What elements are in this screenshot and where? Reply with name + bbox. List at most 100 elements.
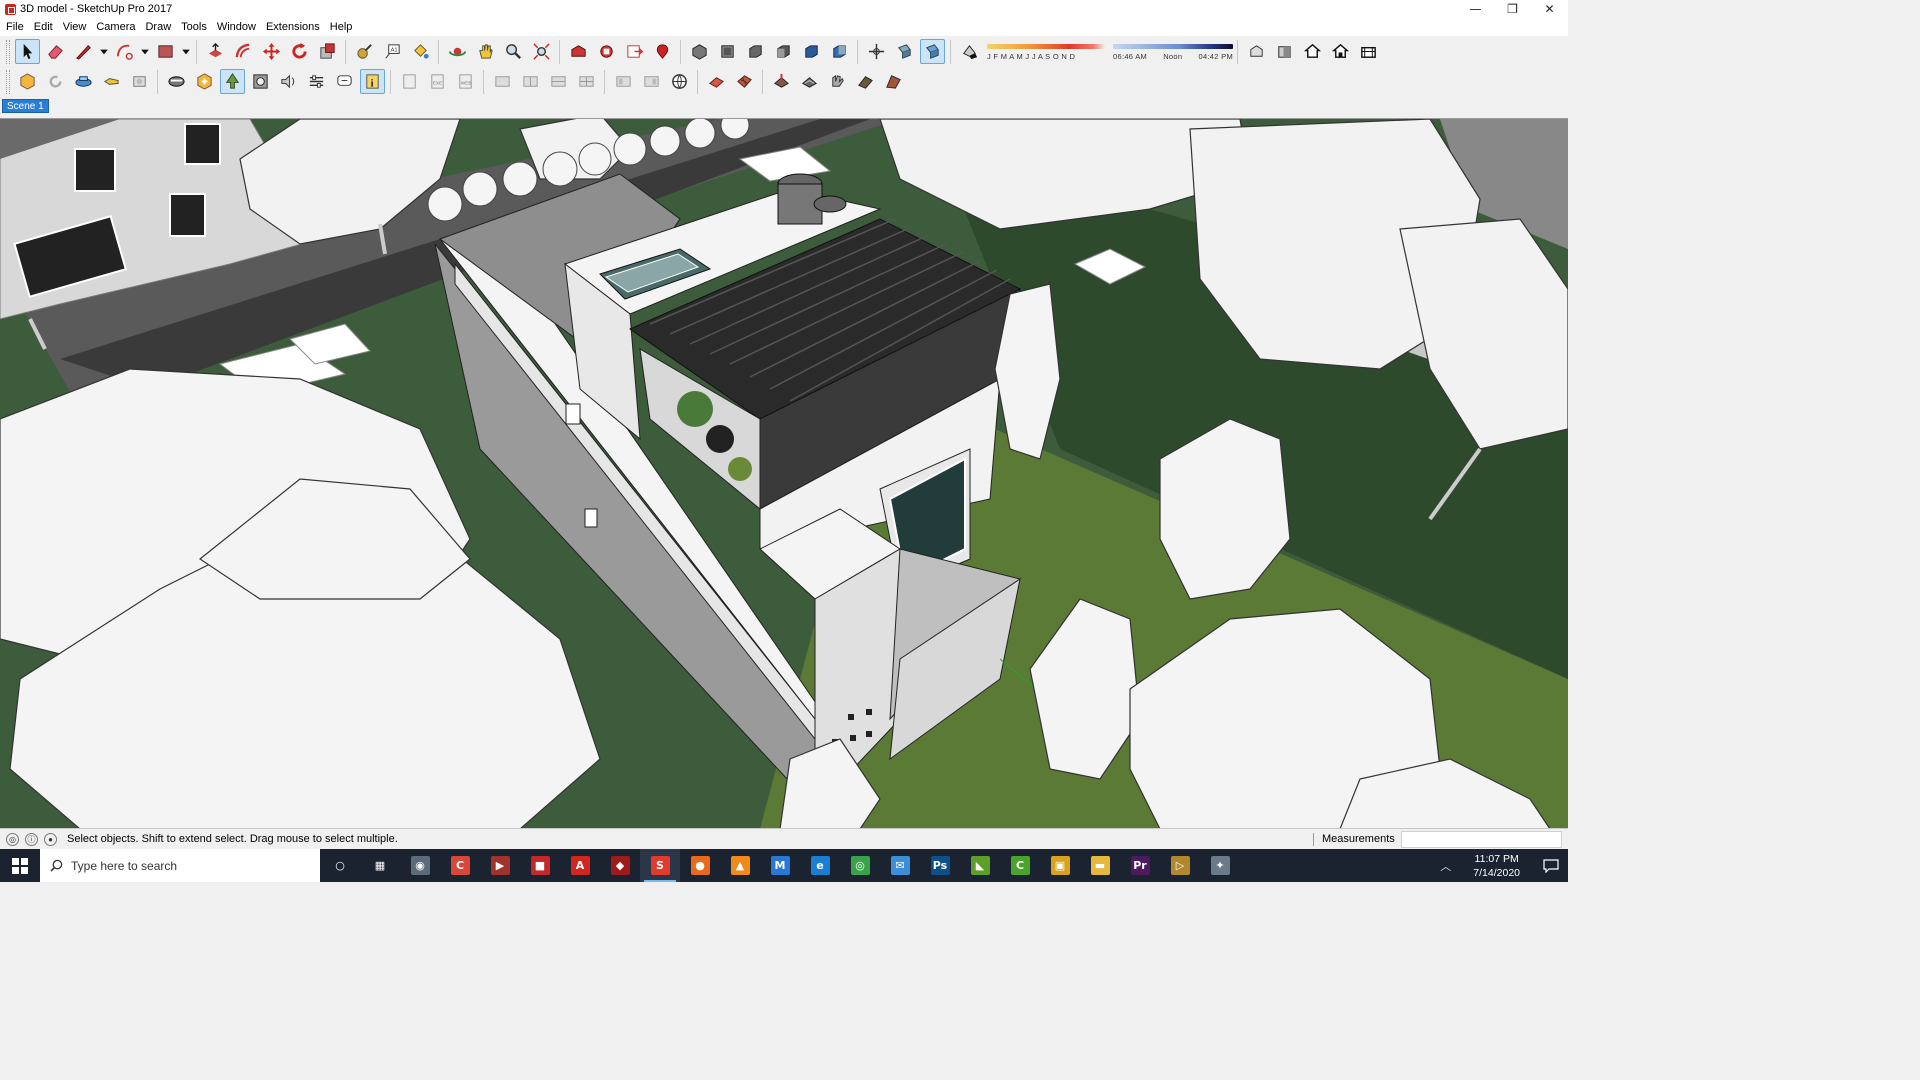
front-view-icon[interactable]: [743, 39, 768, 64]
panel-icon[interactable]: [639, 69, 664, 94]
right-view-icon[interactable]: [771, 39, 796, 64]
extension-warehouse-icon[interactable]: [594, 39, 619, 64]
zoom-extents-icon[interactable]: [529, 39, 554, 64]
smoove-icon[interactable]: [769, 69, 794, 94]
dropdown-arrow-icon[interactable]: [181, 39, 191, 64]
taskbar-app-button[interactable]: ▣: [1040, 849, 1080, 882]
rotate-icon[interactable]: [287, 39, 312, 64]
taskbar-app-button[interactable]: ▶: [480, 849, 520, 882]
minimize-button[interactable]: —: [1457, 0, 1494, 18]
taskbar-app-button[interactable]: M: [760, 849, 800, 882]
toolbar-grip[interactable]: [6, 69, 10, 94]
menu-draw[interactable]: Draw: [140, 18, 176, 36]
settings-sliders-icon[interactable]: [304, 69, 329, 94]
dropdown-arrow-icon[interactable]: [140, 39, 150, 64]
comment-icon[interactable]: [332, 69, 357, 94]
orbit-icon[interactable]: [445, 39, 470, 64]
x-ray-icon[interactable]: [1244, 39, 1269, 64]
wireframe-icon[interactable]: [1272, 39, 1297, 64]
top-view-icon[interactable]: [715, 39, 740, 64]
push-pull-icon[interactable]: [203, 39, 228, 64]
move-icon[interactable]: [259, 39, 284, 64]
grid-panel-icon[interactable]: [490, 69, 515, 94]
import-web-icon[interactable]: WEB: [453, 69, 478, 94]
taskbar-app-button[interactable]: ○: [320, 849, 360, 882]
pencil-line-icon[interactable]: [71, 39, 96, 64]
grid-panel-icon[interactable]: [518, 69, 543, 94]
info-icon[interactable]: i: [359, 69, 385, 94]
menu-tools[interactable]: Tools: [176, 18, 212, 36]
taskbar-app-button[interactable]: ◣: [960, 849, 1000, 882]
clock[interactable]: 11:07 PM 7/14/2020: [1473, 852, 1520, 880]
grid-panel-icon[interactable]: [574, 69, 599, 94]
pan-icon[interactable]: [473, 39, 498, 64]
shadow-time-slider[interactable]: 06:46 AM Noon 04:42 PM: [1113, 39, 1233, 65]
taskbar-app-button[interactable]: ▷: [1160, 849, 1200, 882]
print-icon[interactable]: [127, 69, 152, 94]
dropdown-arrow-icon[interactable]: [99, 39, 109, 64]
taskbar-app-button[interactable]: ✉: [880, 849, 920, 882]
model-viewport[interactable]: [0, 118, 1568, 828]
start-button[interactable]: [0, 849, 40, 882]
select-icon[interactable]: [14, 39, 40, 64]
scene-tab[interactable]: Scene 1: [2, 99, 49, 113]
axes-icon[interactable]: [864, 39, 889, 64]
taskbar-app-button[interactable]: ✦: [1200, 849, 1240, 882]
export-icon[interactable]: [397, 69, 422, 94]
toolbar-grip[interactable]: [6, 39, 10, 64]
taskbar-app-button[interactable]: ▬: [1080, 849, 1120, 882]
close-button[interactable]: ✕: [1531, 0, 1568, 18]
taskbar-app-button[interactable]: ◉: [400, 849, 440, 882]
render-settings-icon[interactable]: [248, 69, 273, 94]
taskbar-app-button[interactable]: C: [1000, 849, 1040, 882]
maximize-button[interactable]: ❐: [1494, 0, 1531, 18]
shadow-date-slider[interactable]: J F M A M J J A S O N D: [987, 39, 1105, 65]
add-location-icon[interactable]: [192, 69, 217, 94]
render-engine-icon[interactable]: [164, 69, 189, 94]
action-center-icon[interactable]: [1534, 849, 1568, 882]
taskbar-search[interactable]: Type here to search: [40, 849, 320, 882]
section-display-icon[interactable]: [919, 39, 945, 64]
menu-camera[interactable]: Camera: [91, 18, 140, 36]
shapes-icon[interactable]: [71, 69, 96, 94]
globe-icon[interactable]: [667, 69, 692, 94]
extension-manager-icon[interactable]: [650, 39, 675, 64]
stamp-icon[interactable]: [704, 69, 729, 94]
taskbar-app-button[interactable]: S: [640, 849, 680, 882]
eraser-icon[interactable]: [43, 39, 68, 64]
tray-expand-icon[interactable]: ︿: [1440, 858, 1451, 874]
taskbar-app-button[interactable]: ◎: [840, 849, 880, 882]
menu-extensions[interactable]: Extensions: [261, 18, 325, 36]
taskbar-app-button[interactable]: Ps: [920, 849, 960, 882]
sandbox-icon[interactable]: [15, 69, 40, 94]
taskbar-app-button[interactable]: ▦: [360, 849, 400, 882]
flip-edge-icon[interactable]: [853, 69, 878, 94]
measurements-input[interactable]: [1401, 831, 1562, 848]
drape-icon[interactable]: [732, 69, 757, 94]
back-view-icon[interactable]: [799, 39, 824, 64]
credits-icon[interactable]: ⓘ: [25, 832, 38, 846]
scale-icon[interactable]: [315, 39, 340, 64]
section-plane-icon[interactable]: [892, 39, 917, 64]
taskbar-app-button[interactable]: C: [440, 849, 480, 882]
taskbar-app-button[interactable]: Pr: [1120, 849, 1160, 882]
taskbar-app-button[interactable]: e: [800, 849, 840, 882]
tape-measure-icon[interactable]: [352, 39, 377, 64]
offset-icon[interactable]: [231, 39, 256, 64]
warehouse-icon[interactable]: [566, 39, 591, 64]
geo-location-icon[interactable]: ◎: [6, 832, 19, 846]
add-detail-icon[interactable]: [881, 69, 906, 94]
from-contours-icon[interactable]: [797, 69, 822, 94]
taskbar-app-button[interactable]: ■: [520, 849, 560, 882]
camera-icon[interactable]: [99, 69, 124, 94]
user-account-icon[interactable]: ●: [44, 832, 57, 846]
paint-bucket-icon[interactable]: [408, 39, 433, 64]
textured-icon[interactable]: [1356, 39, 1381, 64]
arc-icon[interactable]: [112, 39, 137, 64]
hidden-line-icon[interactable]: [1300, 39, 1325, 64]
taskbar-app-button[interactable]: ●: [680, 849, 720, 882]
text-icon[interactable]: A1: [380, 39, 405, 64]
tree-icon[interactable]: [219, 69, 245, 94]
left-view-icon[interactable]: [827, 39, 852, 64]
import-exe-icon[interactable]: EXE: [425, 69, 450, 94]
